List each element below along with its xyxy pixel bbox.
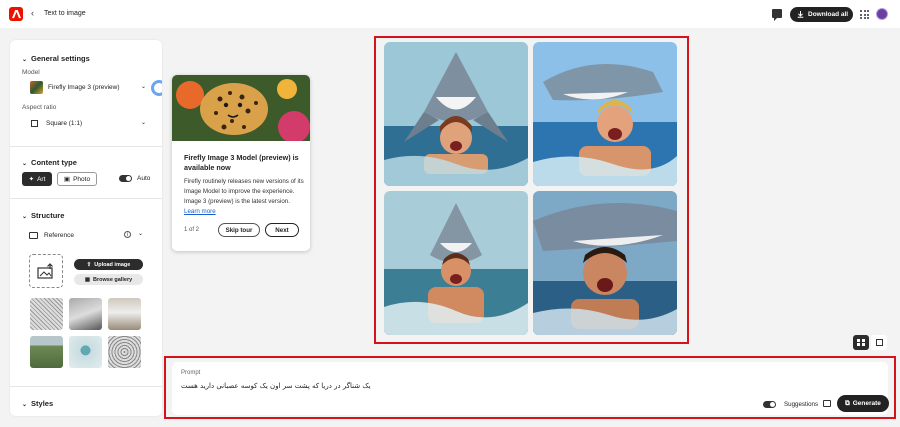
content-type-title: Content type [31,158,77,167]
styles-header[interactable]: ⌄ Styles [22,399,53,408]
adobe-logo[interactable] [9,7,23,21]
reference-thumb[interactable] [69,336,102,368]
popover-body-text: Firefly routinely releases new versions … [184,178,304,205]
reference-thumb[interactable] [30,298,63,330]
suggestions-icon[interactable] [823,400,831,407]
upload-drop-zone[interactable] [29,254,63,288]
prompt-input[interactable]: یک شناگر در دریا که پشت سر اون یک کوسه ع… [181,382,371,390]
gallery-icon: ▦ [84,276,91,283]
chevron-down-icon: ⌄ [22,402,28,408]
popover-body: Firefly routinely releases new versions … [184,177,304,217]
photo-label: Photo [73,175,91,183]
chevron-down-icon: ⌄ [22,214,28,220]
image-upload-icon [37,263,53,279]
reference-label: Reference [44,231,74,239]
suggestions-toggle[interactable] [763,401,776,408]
divider [10,386,162,387]
general-settings-header[interactable]: ⌄ General settings [22,54,90,63]
model-label: Model [22,69,40,76]
reference-dropdown[interactable]: Reference i ⌄ [22,226,150,244]
generated-image[interactable] [384,191,528,335]
photo-button[interactable]: ▣ Photo [57,172,97,186]
chevron-down-icon: ⌄ [140,84,146,90]
reference-thumb[interactable] [108,336,141,368]
brush-icon: ✦ [28,176,35,183]
popover-title: Firefly Image 3 Model (preview) is avail… [184,153,299,172]
chat-icon[interactable] [772,9,782,21]
generated-image[interactable] [533,191,677,335]
info-icon[interactable]: i [124,231,131,238]
styles-title: Styles [31,399,54,408]
prompt-label: Prompt [181,370,201,376]
learn-more-link[interactable]: Learn more [184,208,216,215]
prompt-panel: Prompt یک شناگر در دریا که پشت سر اون یک… [172,362,889,415]
square-icon [31,120,38,127]
model-value: Firefly Image 3 (preview) [48,84,120,91]
divider [10,146,162,147]
chevron-down-icon: ⌄ [22,161,28,167]
art-label: Art [37,175,46,183]
reference-thumb[interactable] [108,298,141,330]
breadcrumb[interactable]: Text to image [44,10,86,17]
structure-header[interactable]: ⌄ Structure [22,211,64,220]
divider [10,198,162,199]
next-button[interactable]: Next [265,223,299,237]
download-all-label: Download all [808,11,849,18]
tour-step-counter: 1 of 2 [184,227,200,233]
feature-tour-popover: Firefly Image 3 Model (preview) is avail… [172,75,310,251]
browse-gallery-button[interactable]: ▦ Browse gallery [74,274,143,285]
generated-image[interactable] [533,42,677,186]
structure-title: Structure [31,211,65,220]
apps-grid-icon[interactable] [860,10,869,19]
skip-tour-button[interactable]: Skip tour [218,223,260,237]
grid-view-button[interactable] [853,335,869,350]
chevron-down-icon: ⌄ [138,231,144,237]
generate-button[interactable]: ⧉ Generate [837,395,889,412]
single-view-button[interactable] [871,335,887,350]
model-dropdown[interactable]: Firefly Image 3 (preview) ⌄ [22,79,148,96]
prompt-highlight: Prompt یک شناگر در دریا که پشت سر اون یک… [164,356,896,419]
upload-icon: ⇧ [86,261,92,268]
generate-icon: ⧉ [845,399,850,407]
browse-gallery-label: Browse gallery [93,276,133,283]
upload-image-label: Upload image [94,261,131,268]
back-chevron-icon[interactable]: ‹ [31,8,34,18]
avatar[interactable] [876,8,888,20]
generated-image[interactable] [384,42,528,186]
art-button[interactable]: ✦ Art [22,172,52,186]
suggestions-label: Suggestions [784,401,819,408]
aspect-ratio-label: Aspect ratio [22,104,57,111]
auto-label: Auto [137,175,151,182]
aspect-ratio-dropdown[interactable]: Square (1:1) ⌄ [22,115,148,132]
generated-images-highlight [374,36,689,344]
chevron-down-icon: ⌄ [22,57,28,63]
top-bar: ‹ Text to image Download all [0,0,900,28]
aspect-ratio-value: Square (1:1) [46,120,83,127]
auto-toggle[interactable] [119,175,132,182]
reference-thumb[interactable] [30,336,63,368]
camera-icon: ▣ [63,176,71,183]
model-thumbnail [30,81,43,94]
upload-image-button[interactable]: ⇧ Upload image [74,259,143,270]
highlight-ring [151,80,162,96]
generate-label: Generate [852,400,881,407]
reference-icon [29,231,38,239]
download-icon [797,11,804,18]
general-settings-title: General settings [31,54,90,63]
download-all-button[interactable]: Download all [790,7,853,22]
leopard-image [172,75,310,143]
content-type-header[interactable]: ⌄ Content type [22,158,77,167]
reference-thumb[interactable] [69,298,102,330]
settings-sidebar: ⌄ General settings Model Firefly Image 3 … [10,40,162,416]
chevron-down-icon: ⌄ [140,120,146,126]
